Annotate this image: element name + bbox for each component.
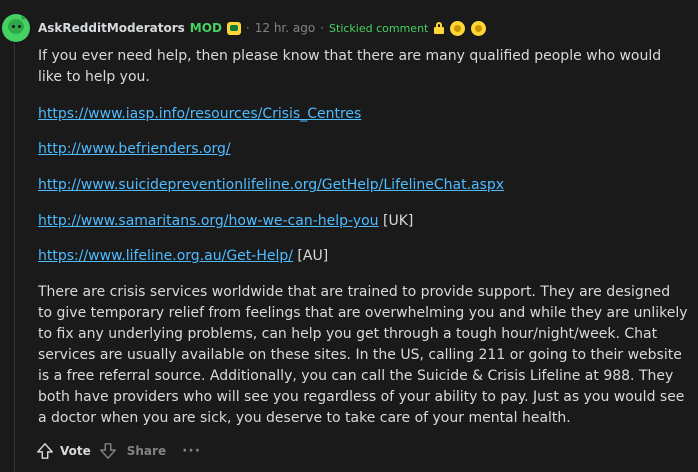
link-line: http://www.samaritans.org/how-we-can-hel…: [38, 211, 413, 232]
link-suffix-uk: [UK]: [378, 213, 414, 229]
separator: ·: [245, 21, 250, 35]
link-samaritans[interactable]: http://www.samaritans.org/how-we-can-hel…: [38, 213, 379, 229]
avatar[interactable]: [2, 14, 30, 42]
award-icon[interactable]: [471, 20, 487, 36]
link-line: http://www.befrienders.org/: [38, 139, 231, 160]
action-bar: Vote Share ···: [36, 440, 201, 462]
link-lifeline-chat[interactable]: http://www.suicidepreventionlifeline.org…: [38, 177, 504, 193]
intro-text: If you ever need help, then please know …: [38, 48, 662, 85]
flair-icon: [226, 21, 241, 35]
stickied-label: Stickied comment: [329, 21, 429, 35]
link-suffix-au: [AU]: [292, 248, 329, 264]
vote-label: Vote: [60, 444, 91, 458]
mod-badge: MOD: [189, 21, 222, 35]
link-befrienders[interactable]: http://www.befrienders.org/: [38, 141, 231, 157]
link-line: http://www.suicidepreventionlifeline.org…: [38, 175, 504, 196]
comment-meta: AskRedditModerators MOD · 12 hr. ago · S…: [38, 19, 487, 37]
downvote-icon[interactable]: [99, 442, 117, 460]
username[interactable]: AskRedditModerators: [38, 21, 185, 35]
body-text: There are crisis services worldwide that…: [38, 284, 688, 426]
award-icon[interactable]: [450, 20, 466, 36]
timestamp[interactable]: 12 hr. ago: [255, 21, 315, 35]
thread-line[interactable]: [14, 44, 15, 472]
upvote-icon[interactable]: [36, 442, 54, 460]
link-line: https://www.lifeline.org.au/Get-Help/ [A…: [38, 246, 328, 267]
more-options-icon[interactable]: ···: [182, 443, 201, 459]
link-iasp[interactable]: https://www.iasp.info/resources/Crisis_C…: [38, 106, 361, 122]
link-lifeline-au[interactable]: https://www.lifeline.org.au/Get-Help/: [38, 248, 293, 264]
lock-icon: [434, 22, 445, 34]
share-button[interactable]: Share: [127, 444, 166, 458]
link-line: https://www.iasp.info/resources/Crisis_C…: [38, 104, 361, 125]
separator: ·: [320, 21, 325, 35]
